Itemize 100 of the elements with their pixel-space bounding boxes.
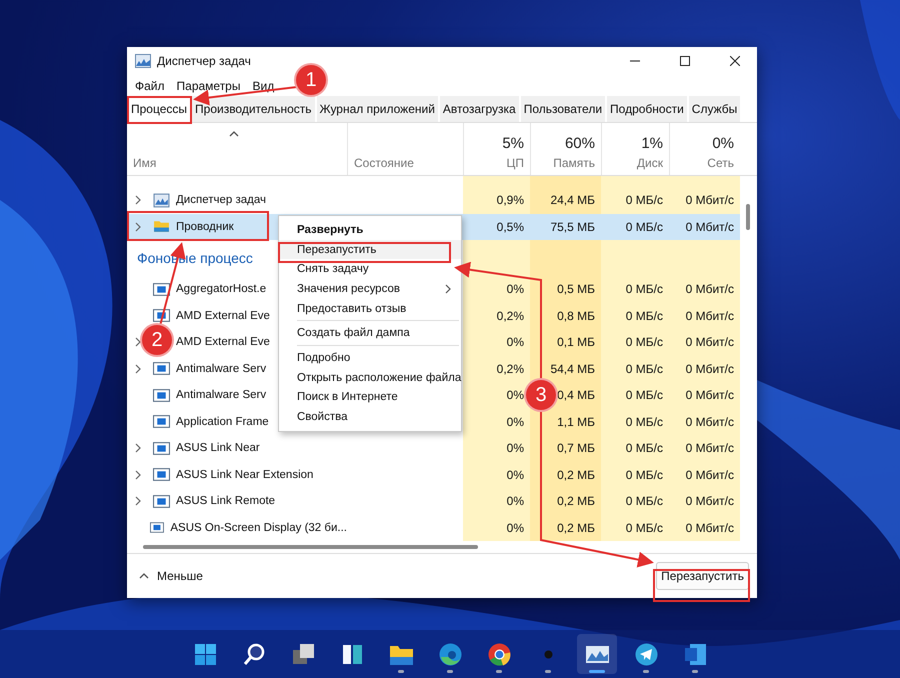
cpu-value: 0,2% <box>496 362 524 376</box>
task-view-icon[interactable] <box>292 644 314 664</box>
process-name: AggregatorHost.e <box>176 283 266 296</box>
context-menu-item[interactable]: Свойства <box>279 407 461 427</box>
paper-plane-icon[interactable] <box>635 643 657 665</box>
running-indicator <box>643 670 649 673</box>
scrollbar-thumb[interactable] <box>143 545 478 549</box>
search-icon[interactable] <box>243 643 264 664</box>
expand-chevron-icon[interactable] <box>135 222 141 232</box>
context-menu-item[interactable]: Создать файл дампа <box>279 323 461 344</box>
tab[interactable]: Журнал приложений <box>316 96 438 122</box>
disk-value: 0 МБ/с <box>626 520 663 535</box>
chart-icon <box>135 54 151 68</box>
tab[interactable]: Производительность <box>192 96 314 122</box>
process-row[interactable]: ASUS Link Near 0% 0,7 МБ 0 МБ/с 0 Мбит/с <box>127 435 740 462</box>
usage-percent: 0% <box>712 135 734 152</box>
context-menu-item[interactable]: Снять задачу <box>279 259 461 280</box>
cpu-value: 0% <box>506 414 524 429</box>
step-marker: 2 <box>142 325 172 355</box>
process-row[interactable]: ASUS On-Screen Display (32 би... 0% 0,2 МБ 0 МБ/с 0 Мбит/с <box>127 514 740 541</box>
disk-value: 0 МБ/с <box>626 414 663 429</box>
app-window-icon <box>153 386 170 404</box>
context-menu-item[interactable]: Поиск в Интернете <box>279 388 461 408</box>
process-row[interactable]: ASUS Link Near Extension 0% 0,2 МБ 0 МБ/с 0 Мбит/с <box>127 462 740 488</box>
column-header[interactable]: Состояние <box>347 123 463 175</box>
column-label: Память <box>553 156 595 170</box>
cpu-value: 0,2% <box>496 308 524 323</box>
menu-item[interactable]: Файл <box>129 78 171 92</box>
table-cell <box>530 176 601 187</box>
window-title: Диспетчер задач <box>157 54 252 68</box>
expand-chevron-icon[interactable] <box>135 337 141 348</box>
step-marker: 1 <box>296 65 326 95</box>
context-menu-item[interactable]: Открыть расположение файла <box>279 368 461 388</box>
browser-icon[interactable] <box>439 643 461 665</box>
network-value: 0 Мбит/с <box>686 441 734 456</box>
cpu-value: 0% <box>506 282 524 296</box>
cpu-value: 0% <box>506 494 524 508</box>
chart-icon[interactable] <box>586 646 608 662</box>
context-menu-item[interactable]: Подробно <box>279 348 461 368</box>
tab[interactable]: Пользователи <box>520 96 606 122</box>
app-window-icon <box>153 360 170 378</box>
dot-icon[interactable] <box>544 650 552 658</box>
network-value: 0 Мбит/с <box>686 388 734 402</box>
tab[interactable]: Службы <box>688 96 740 122</box>
context-menu-item[interactable]: Значения ресурсов <box>279 279 461 299</box>
restart-button[interactable]: Перезапустить <box>656 562 749 590</box>
memory-value: 0,5 МБ <box>557 282 595 296</box>
running-indicator <box>447 670 453 673</box>
fewer-details-button[interactable]: Меньше <box>139 569 203 583</box>
widgets-icon[interactable] <box>342 644 362 664</box>
network-value: 0 Мбит/с <box>686 282 734 296</box>
network-value: 0 Мбит/с <box>686 193 734 208</box>
expand-chevron-icon[interactable] <box>135 443 141 454</box>
column-header[interactable]: Имя <box>127 123 347 175</box>
cpu-value: 0% <box>506 335 524 350</box>
column-header[interactable]: 0% Сеть <box>669 123 740 175</box>
network-value: 0 Мбит/с <box>686 468 734 482</box>
highlight-frame <box>127 96 192 124</box>
expand-chevron-icon[interactable] <box>135 364 141 374</box>
tab[interactable]: Подробности <box>607 96 687 122</box>
disk-value: 0 МБ/с <box>626 282 663 296</box>
column-label: Диск <box>636 156 663 170</box>
windows-logo-icon[interactable] <box>194 644 216 664</box>
process-name: Antimalware Serv <box>176 362 266 375</box>
close-icon <box>730 56 740 66</box>
expand-chevron-icon[interactable] <box>135 195 141 206</box>
column-header[interactable]: 5% ЦП <box>463 123 530 175</box>
column-label: Состояние <box>354 156 414 170</box>
menu-item[interactable]: Параметры <box>170 78 246 92</box>
process-row[interactable]: Диспетчер задач 0,9% 24,4 МБ 0 МБ/с 0 Мбит/с <box>127 187 740 214</box>
browser-icon[interactable] <box>488 643 510 666</box>
network-value: 0 Мбит/с <box>686 414 734 429</box>
running-indicator <box>398 670 404 673</box>
tab[interactable]: Автозагрузка <box>440 96 519 122</box>
table-cell <box>463 240 530 276</box>
process-name: Antimalware Serv <box>176 389 266 402</box>
memory-value: 0,1 МБ <box>557 335 595 350</box>
expand-chevron-icon[interactable] <box>135 470 141 480</box>
usage-percent: 5% <box>502 135 524 152</box>
cpu-value: 0% <box>506 388 524 402</box>
column-header[interactable]: 1% Диск <box>601 123 669 175</box>
process-row[interactable]: ASUS Link Remote 0% 0,2 МБ 0 МБ/с 0 Мбит/с <box>127 488 740 514</box>
process-name: AMD External Eve <box>176 310 270 322</box>
context-menu-item[interactable]: Развернуть <box>279 220 461 240</box>
document-icon[interactable] <box>684 644 706 664</box>
caret-icon <box>139 573 149 579</box>
process-name: Диспетчер задач <box>176 194 266 206</box>
app-window-icon <box>153 413 170 430</box>
column-header[interactable]: 60% Память <box>530 123 601 175</box>
app-window-icon <box>153 492 170 510</box>
context-menu-item[interactable]: Предоставить отзыв <box>279 298 461 318</box>
scrollbar-thumb[interactable] <box>746 204 750 230</box>
disk-value: 0 МБ/с <box>626 362 663 376</box>
table-cell <box>530 240 601 276</box>
disk-value: 0 МБ/с <box>626 494 663 508</box>
running-indicator <box>496 670 502 673</box>
running-indicator <box>692 670 698 673</box>
expand-chevron-icon[interactable] <box>135 496 141 506</box>
chart-icon <box>153 192 170 209</box>
cpu-value: 0% <box>506 468 524 482</box>
